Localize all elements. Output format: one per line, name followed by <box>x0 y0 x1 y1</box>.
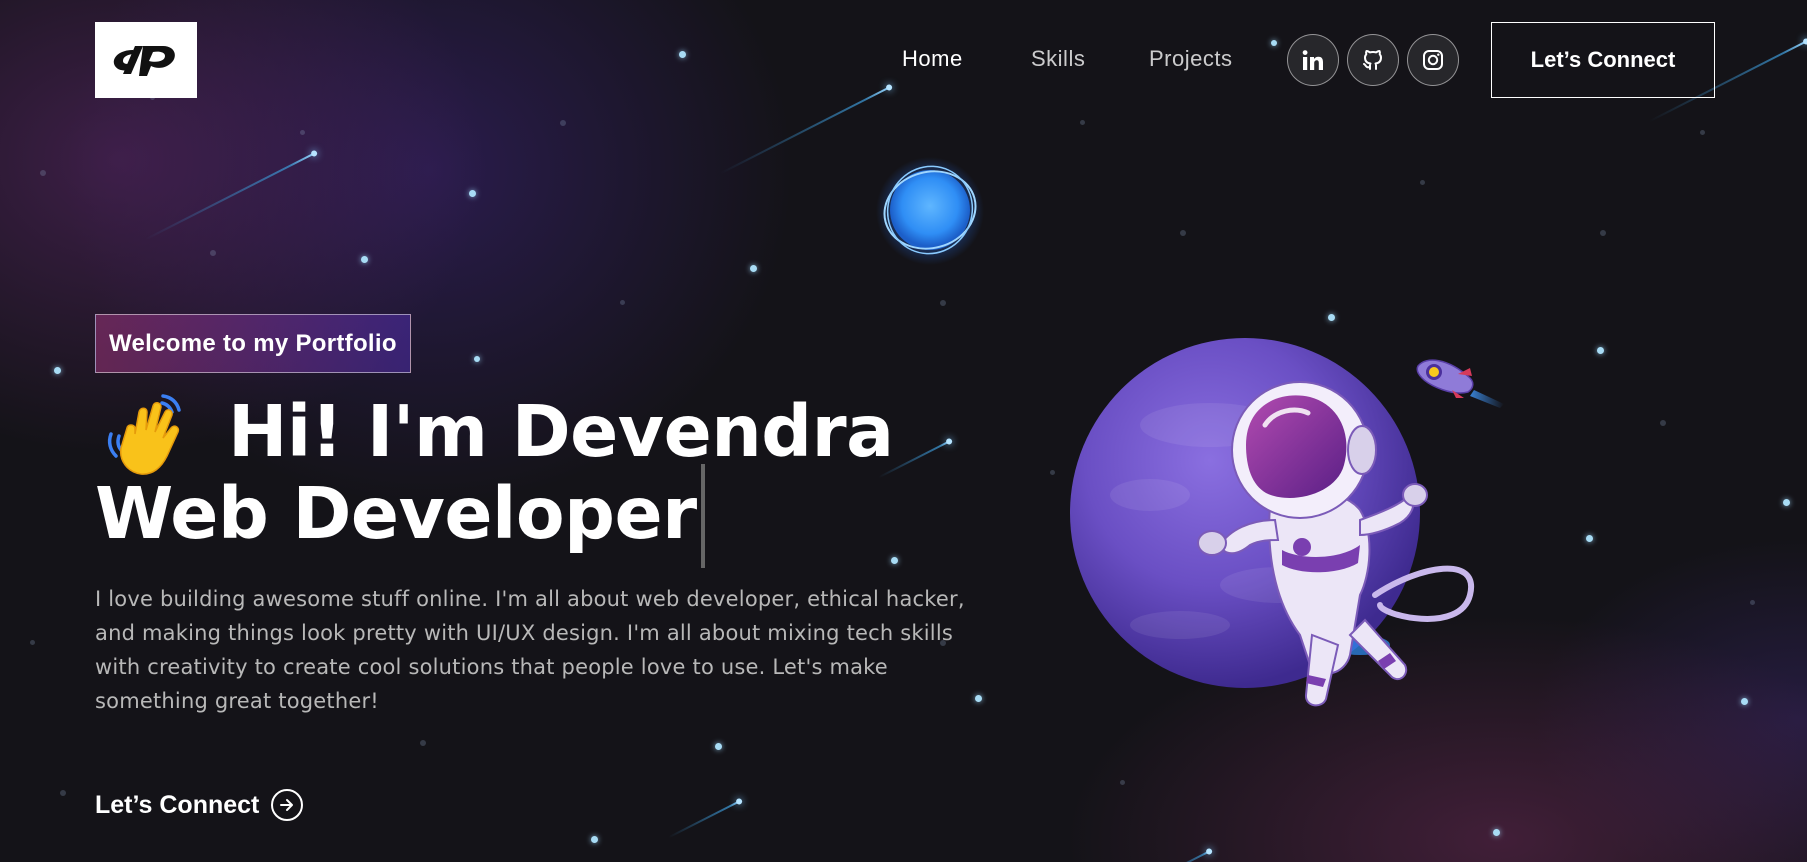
dust-particle <box>30 640 35 645</box>
shooting-star <box>668 800 741 839</box>
instagram-button[interactable] <box>1407 34 1459 86</box>
dust-particle <box>40 170 46 176</box>
star <box>679 51 686 58</box>
github-button[interactable] <box>1347 34 1399 86</box>
dust-particle <box>1180 230 1186 236</box>
dust-particle <box>620 300 625 305</box>
nav-connect-button[interactable]: Let’s Connect <box>1491 22 1715 98</box>
github-icon <box>1363 50 1382 70</box>
star <box>1741 698 1748 705</box>
wave-hand-icon <box>107 394 181 475</box>
dust-particle <box>1080 120 1085 125</box>
star <box>361 256 368 263</box>
arrow-right-circle-icon <box>271 789 304 821</box>
dust-particle <box>1600 230 1606 236</box>
star <box>591 836 598 843</box>
star <box>891 557 898 564</box>
nav-link-projects[interactable]: Projects <box>1149 46 1232 72</box>
nav-link-home[interactable]: Home <box>902 46 963 72</box>
hero-greeting: Hi! I'm Devendra <box>228 390 894 473</box>
tagline-badge: Welcome to my Portfolio <box>95 314 411 373</box>
star <box>1271 40 1277 46</box>
hero-connect-label: Let’s Connect <box>95 790 260 819</box>
star <box>1328 314 1335 321</box>
star <box>1597 347 1604 354</box>
linkedin-button[interactable] <box>1287 34 1339 86</box>
hero-description: I love building awesome stuff online. I'… <box>95 587 965 713</box>
star <box>469 190 476 197</box>
astronaut-illustration <box>1070 338 1475 707</box>
star <box>1493 829 1500 836</box>
nav-link-skills[interactable]: Skills <box>1031 46 1085 72</box>
hero-role: Web Developer <box>95 472 697 555</box>
shooting-star <box>1164 850 1211 862</box>
glowing-planet-icon <box>876 157 984 265</box>
shooting-star <box>145 152 316 241</box>
dust-particle <box>1660 420 1666 426</box>
dp-logo-icon <box>113 46 175 76</box>
dust-particle <box>1050 470 1055 475</box>
dust-particle <box>300 130 305 135</box>
dust-particle <box>210 250 216 256</box>
dust-particle <box>1700 130 1705 135</box>
logo[interactable] <box>95 22 197 98</box>
dust-particle <box>60 790 66 796</box>
linkedin-icon <box>1302 50 1323 70</box>
shooting-star <box>720 86 891 175</box>
star <box>715 743 722 750</box>
hero-connect-button[interactable]: Let’s Connect <box>95 789 304 821</box>
dust-particle <box>420 740 426 746</box>
star <box>474 356 480 362</box>
dust-particle <box>560 120 566 126</box>
portfolio-page: Home Skills Projects Let’s Connect Welco… <box>0 0 1807 862</box>
dust-particle <box>940 300 946 306</box>
dust-particle <box>1750 600 1755 605</box>
typing-cursor <box>701 464 705 568</box>
star <box>1586 535 1593 542</box>
dust-particle <box>1120 780 1125 785</box>
instagram-icon <box>1423 50 1443 70</box>
dust-particle <box>1420 180 1425 185</box>
star <box>750 265 757 272</box>
star <box>54 367 61 374</box>
star <box>1783 499 1790 506</box>
